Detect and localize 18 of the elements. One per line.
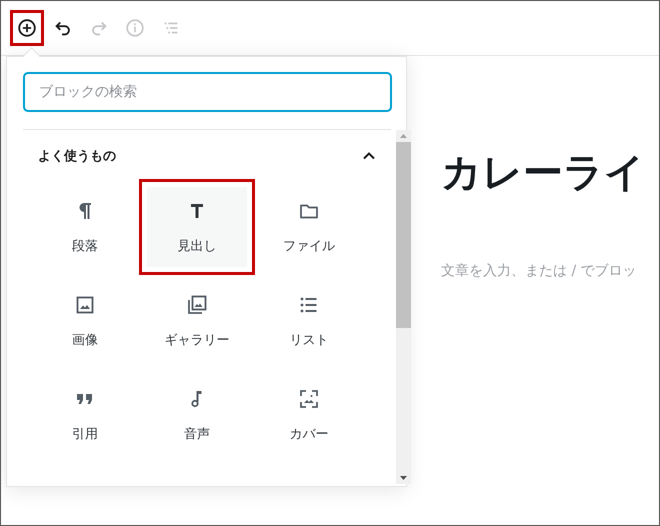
gallery-icon xyxy=(185,293,209,317)
block-item[interactable]: 音声 xyxy=(147,375,247,455)
post-title[interactable]: カレーライ xyxy=(441,148,659,198)
block-item[interactable]: ファイル xyxy=(259,187,359,267)
block-item[interactable]: 引用 xyxy=(35,375,135,455)
section-title: よく使うもの xyxy=(38,148,116,165)
block-item[interactable]: カバー xyxy=(259,375,359,455)
plus-circle-icon xyxy=(16,17,38,39)
scrollbar[interactable] xyxy=(396,130,411,484)
block-item[interactable]: 段落 xyxy=(35,187,135,267)
add-button[interactable] xyxy=(10,10,44,46)
cover-icon xyxy=(297,387,321,411)
block-item[interactable]: 画像 xyxy=(35,281,135,361)
block-item[interactable]: ギャラリー xyxy=(147,281,247,361)
block-item[interactable]: リスト xyxy=(259,281,359,361)
info-icon xyxy=(124,17,146,39)
block-item[interactable]: 見出し xyxy=(147,187,247,267)
block-search-field[interactable]: ブロックの検索 xyxy=(23,72,392,112)
